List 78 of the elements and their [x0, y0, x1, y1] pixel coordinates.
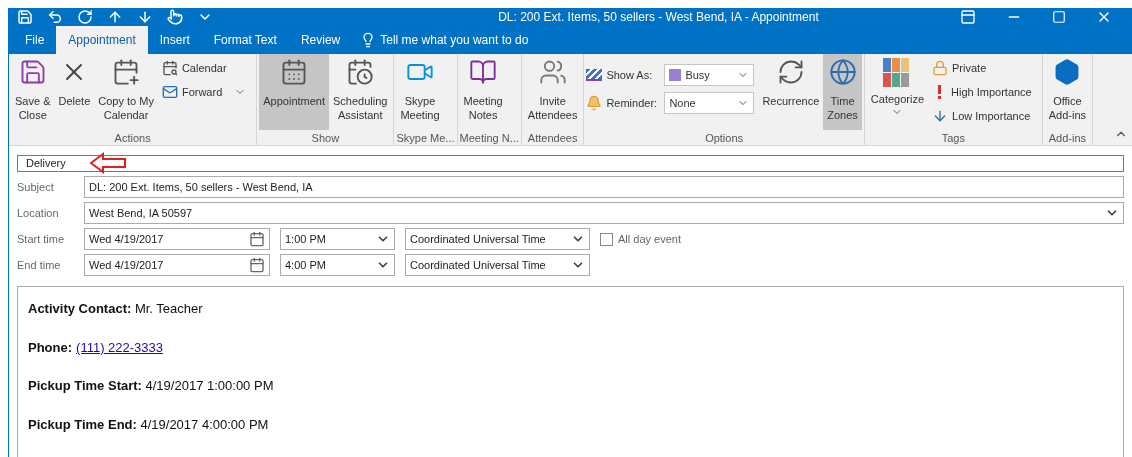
body-paragraph: Pickup Time End: 4/19/2017 4:00:00 PM: [28, 415, 270, 434]
maximize-icon[interactable]: [1052, 10, 1066, 24]
notebook-icon: [469, 58, 498, 86]
calendar-copy-icon: [112, 58, 141, 86]
field-label: Location: [17, 205, 60, 221]
date-field[interactable]: Wed 4/19/2017: [84, 228, 270, 250]
exclamation-icon: [938, 85, 942, 99]
redo-icon[interactable]: [77, 9, 93, 25]
ribbon-small-button[interactable]: Forward: [157, 82, 251, 102]
ribbon-button[interactable]: Save & Close: [11, 54, 55, 130]
field-label: Start time: [17, 231, 66, 247]
time-zone-dropdown[interactable]: Coordinated Universal Time: [405, 228, 590, 250]
phone-link[interactable]: (111) 222-3333: [76, 337, 164, 357]
time-dropdown[interactable]: 1:00 PM: [280, 228, 395, 250]
date-field[interactable]: Wed 4/19/2017: [84, 254, 270, 276]
group-label: Actions: [113, 131, 152, 146]
ribbon-button[interactable]: Scheduling Assistant: [329, 54, 392, 130]
group-label: Add-ins: [1047, 131, 1088, 146]
ribbon-tab[interactable]: Insert: [147, 26, 202, 54]
group-label: Attendees: [526, 131, 579, 146]
group-label: Tags: [940, 131, 966, 146]
stripes-icon: [586, 69, 603, 81]
ribbon-options-icon[interactable]: [960, 9, 976, 25]
ribbon-small-button[interactable]: Calendar: [157, 58, 251, 78]
ribbon-small-button[interactable]: Private: [928, 58, 1036, 78]
location-field[interactable]: West Bend, IA 50597: [84, 202, 1124, 224]
bell-icon: [586, 95, 603, 111]
calendar-clock-icon: [346, 58, 375, 86]
ribbon-button[interactable]: Categorize: [866, 54, 929, 130]
field-label: End time: [17, 257, 62, 273]
ribbon-button[interactable]: Recurrence: [758, 54, 824, 130]
dropdown-field[interactable]: None: [664, 92, 755, 114]
ribbon-button[interactable]: Office Add-ins: [1044, 54, 1091, 130]
calendar-search-icon: [161, 60, 178, 76]
lock-icon: [932, 60, 949, 76]
undo-icon[interactable]: [47, 9, 63, 25]
dropdown-field[interactable]: Busy: [664, 64, 755, 86]
group-label: Options: [704, 131, 745, 146]
group-label: Meeting N...: [459, 131, 519, 146]
globe-icon: [828, 58, 857, 86]
time-zone-dropdown[interactable]: Coordinated Universal Time: [405, 254, 590, 276]
time-dropdown[interactable]: 4:00 PM: [280, 254, 395, 276]
ribbon-button[interactable]: Copy to My Calendar: [94, 54, 158, 130]
save-icon[interactable]: [17, 9, 33, 25]
body-paragraph: Activity Contact: Mr. Teacher: [28, 300, 204, 318]
ribbon-button[interactable]: Time Zones: [823, 54, 862, 130]
field-label: Show As:: [606, 67, 654, 83]
mail-forward-icon: [161, 84, 178, 100]
calendar-icon: [249, 231, 265, 247]
body-paragraph: Pickup Time Start: 4/19/2017 1:00:00 PM: [28, 377, 275, 395]
ribbon-button[interactable]: Appointment: [259, 54, 329, 130]
ribbon-tab[interactable]: Review: [288, 26, 353, 54]
arrow-down-icon[interactable]: [137, 9, 153, 25]
category-label: Delivery: [26, 156, 66, 172]
group-label: Show: [310, 131, 341, 146]
ribbon-button[interactable]: Skype Meeting: [396, 54, 444, 130]
ribbon-button[interactable]: Delete: [54, 54, 95, 130]
color-grid-icon: [883, 58, 912, 88]
checkbox-label: All day event: [618, 231, 681, 247]
checkbox[interactable]: [600, 232, 613, 246]
ribbon-button[interactable]: Invite Attendees: [523, 54, 582, 130]
ribbon-small-button[interactable]: Low Importance: [928, 106, 1036, 126]
body-label: Phone:: [28, 338, 73, 357]
window-title: DL: 200 Ext. Items, 50 sellers - West Bend, IA - Appointment: [497, 9, 820, 26]
ribbon-tab[interactable]: File: [13, 26, 57, 54]
subject-field[interactable]: DL: 200 Ext. Items, 50 sellers - West Bend, IA: [84, 176, 1124, 198]
field-label: Subject: [17, 179, 55, 195]
tell-me-field[interactable]: Tell me what you want to do: [380, 31, 529, 49]
ribbon-button[interactable]: Meeting Notes: [459, 54, 507, 130]
field-label: Reminder:: [606, 95, 659, 111]
ribbon-tab[interactable]: Appointment: [56, 26, 148, 54]
ribbon-tab[interactable]: Format Text: [201, 26, 289, 54]
people-icon: [538, 58, 567, 86]
touch-icon[interactable]: [167, 9, 183, 25]
calendar-icon: [249, 257, 265, 273]
group-label: Skype Me...: [396, 131, 455, 146]
ribbon-small-button[interactable]: High Importance: [928, 82, 1036, 102]
arrow-left-icon: [89, 152, 127, 174]
